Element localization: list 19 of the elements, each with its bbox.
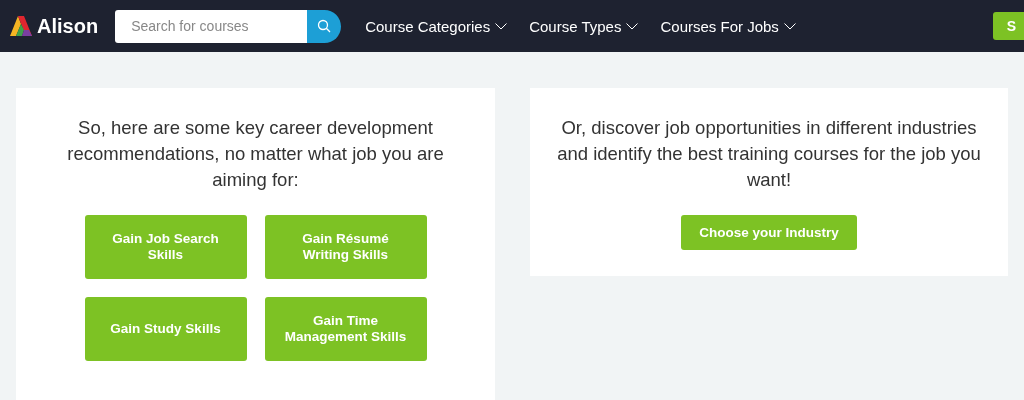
signup-button[interactable]: S <box>992 12 1024 40</box>
search-field[interactable]: Search for courses <box>115 9 308 43</box>
nav-menu[interactable]: Course Types <box>529 17 639 35</box>
industry-button[interactable]: Choose your Industry <box>681 215 857 250</box>
card-text: So, here are some key career development recommendations, no matter what job you are aiming for: <box>66 116 445 192</box>
skill-button[interactable]: Gain Time Management Skills <box>264 297 427 361</box>
logo-icon <box>10 16 34 36</box>
logo-text: Alison <box>37 14 99 38</box>
search-icon <box>317 19 332 33</box>
nav-menu[interactable]: Course Categories <box>365 17 508 35</box>
skill-button[interactable]: Gain Study Skills <box>84 297 247 361</box>
chevron-down-icon <box>626 22 639 30</box>
skill-button[interactable]: Gain Résumé Writing Skills <box>264 215 427 279</box>
chevron-down-icon <box>783 22 796 30</box>
search-button[interactable] <box>307 9 342 43</box>
chevron-down-icon <box>495 22 508 30</box>
card-text: Or, discover job opportunities in different industries and identify the best training courses for the job you want! <box>556 116 982 192</box>
nav-menu[interactable]: Courses For Jobs <box>660 17 796 35</box>
skill-button[interactable]: Gain Job Search Skills <box>84 215 247 279</box>
